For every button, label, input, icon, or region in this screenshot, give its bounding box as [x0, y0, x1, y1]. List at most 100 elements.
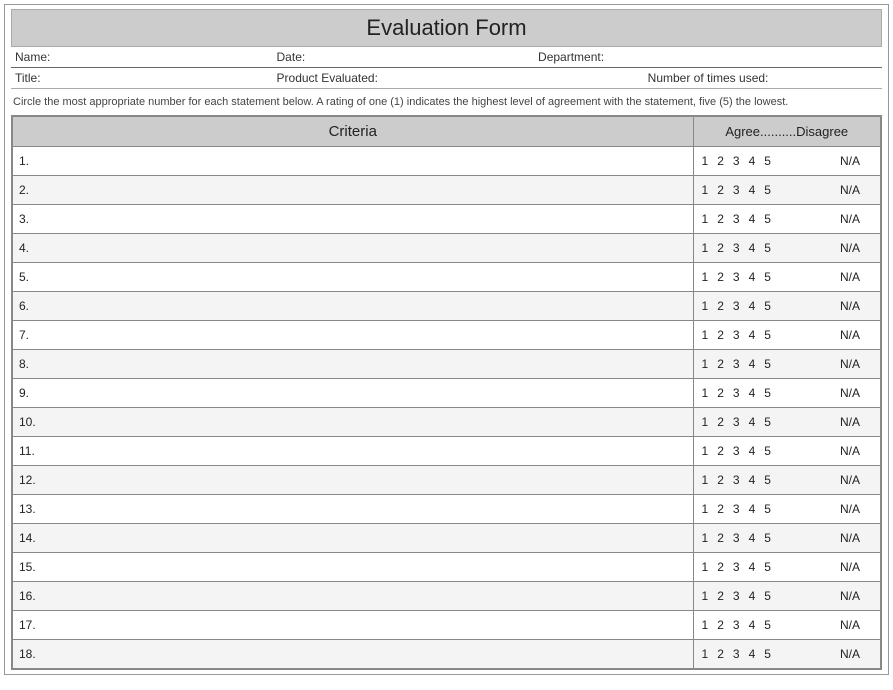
rating-option[interactable]: 2: [717, 386, 724, 400]
rating-option[interactable]: 1: [702, 357, 709, 371]
rating-option[interactable]: 5: [764, 560, 771, 574]
rating-option[interactable]: 4: [749, 386, 756, 400]
rating-option[interactable]: 2: [717, 589, 724, 603]
rating-option[interactable]: 3: [733, 618, 740, 632]
rating-na[interactable]: N/A: [840, 241, 860, 255]
rating-option[interactable]: 2: [717, 473, 724, 487]
rating-option[interactable]: 3: [733, 502, 740, 516]
rating-na[interactable]: N/A: [840, 647, 860, 661]
rating-na[interactable]: N/A: [840, 270, 860, 284]
rating-option[interactable]: 3: [733, 299, 740, 313]
rating-option[interactable]: 1: [702, 328, 709, 342]
rating-option[interactable]: 1: [702, 241, 709, 255]
rating-option[interactable]: 1: [702, 647, 709, 661]
rating-option[interactable]: 4: [749, 473, 756, 487]
rating-option[interactable]: 5: [764, 386, 771, 400]
rating-option[interactable]: 3: [733, 183, 740, 197]
rating-option[interactable]: 1: [702, 473, 709, 487]
rating-option[interactable]: 3: [733, 357, 740, 371]
rating-option[interactable]: 3: [733, 415, 740, 429]
rating-na[interactable]: N/A: [840, 154, 860, 168]
rating-na[interactable]: N/A: [840, 299, 860, 313]
rating-option[interactable]: 3: [733, 531, 740, 545]
rating-na[interactable]: N/A: [840, 415, 860, 429]
rating-option[interactable]: 4: [749, 531, 756, 545]
rating-na[interactable]: N/A: [840, 589, 860, 603]
rating-option[interactable]: 3: [733, 386, 740, 400]
rating-option[interactable]: 5: [764, 183, 771, 197]
rating-option[interactable]: 2: [717, 183, 724, 197]
rating-option[interactable]: 1: [702, 589, 709, 603]
rating-option[interactable]: 1: [702, 415, 709, 429]
rating-option[interactable]: 2: [717, 647, 724, 661]
rating-option[interactable]: 3: [733, 154, 740, 168]
rating-na[interactable]: N/A: [840, 328, 860, 342]
rating-option[interactable]: 2: [717, 444, 724, 458]
rating-option[interactable]: 4: [749, 154, 756, 168]
rating-option[interactable]: 5: [764, 618, 771, 632]
rating-option[interactable]: 1: [702, 299, 709, 313]
rating-option[interactable]: 1: [702, 386, 709, 400]
rating-na[interactable]: N/A: [840, 386, 860, 400]
rating-option[interactable]: 3: [733, 328, 740, 342]
rating-option[interactable]: 1: [702, 183, 709, 197]
rating-na[interactable]: N/A: [840, 502, 860, 516]
rating-option[interactable]: 2: [717, 560, 724, 574]
rating-option[interactable]: 5: [764, 647, 771, 661]
rating-option[interactable]: 1: [702, 154, 709, 168]
rating-option[interactable]: 4: [749, 357, 756, 371]
rating-option[interactable]: 5: [764, 241, 771, 255]
rating-option[interactable]: 4: [749, 270, 756, 284]
rating-option[interactable]: 1: [702, 531, 709, 545]
rating-option[interactable]: 4: [749, 618, 756, 632]
rating-option[interactable]: 2: [717, 502, 724, 516]
rating-option[interactable]: 3: [733, 444, 740, 458]
rating-option[interactable]: 5: [764, 212, 771, 226]
rating-option[interactable]: 2: [717, 299, 724, 313]
rating-option[interactable]: 3: [733, 473, 740, 487]
rating-option[interactable]: 2: [717, 270, 724, 284]
rating-na[interactable]: N/A: [840, 212, 860, 226]
rating-option[interactable]: 1: [702, 618, 709, 632]
rating-option[interactable]: 2: [717, 328, 724, 342]
rating-option[interactable]: 4: [749, 415, 756, 429]
rating-option[interactable]: 3: [733, 270, 740, 284]
rating-option[interactable]: 2: [717, 531, 724, 545]
rating-option[interactable]: 4: [749, 299, 756, 313]
rating-option[interactable]: 5: [764, 299, 771, 313]
rating-option[interactable]: 3: [733, 589, 740, 603]
rating-na[interactable]: N/A: [840, 183, 860, 197]
rating-option[interactable]: 1: [702, 444, 709, 458]
rating-option[interactable]: 4: [749, 241, 756, 255]
rating-na[interactable]: N/A: [840, 531, 860, 545]
rating-option[interactable]: 5: [764, 502, 771, 516]
rating-option[interactable]: 1: [702, 212, 709, 226]
rating-na[interactable]: N/A: [840, 473, 860, 487]
rating-option[interactable]: 4: [749, 212, 756, 226]
rating-option[interactable]: 4: [749, 328, 756, 342]
rating-option[interactable]: 2: [717, 241, 724, 255]
rating-option[interactable]: 5: [764, 531, 771, 545]
rating-na[interactable]: N/A: [840, 357, 860, 371]
rating-option[interactable]: 1: [702, 502, 709, 516]
rating-option[interactable]: 2: [717, 212, 724, 226]
rating-na[interactable]: N/A: [840, 560, 860, 574]
rating-option[interactable]: 4: [749, 647, 756, 661]
rating-option[interactable]: 5: [764, 473, 771, 487]
rating-option[interactable]: 4: [749, 183, 756, 197]
rating-option[interactable]: 5: [764, 357, 771, 371]
rating-option[interactable]: 2: [717, 154, 724, 168]
rating-option[interactable]: 5: [764, 589, 771, 603]
rating-na[interactable]: N/A: [840, 618, 860, 632]
rating-option[interactable]: 5: [764, 328, 771, 342]
rating-option[interactable]: 5: [764, 270, 771, 284]
rating-option[interactable]: 3: [733, 241, 740, 255]
rating-option[interactable]: 3: [733, 647, 740, 661]
rating-option[interactable]: 2: [717, 357, 724, 371]
rating-option[interactable]: 2: [717, 415, 724, 429]
rating-na[interactable]: N/A: [840, 444, 860, 458]
rating-option[interactable]: 4: [749, 560, 756, 574]
rating-option[interactable]: 5: [764, 154, 771, 168]
rating-option[interactable]: 3: [733, 212, 740, 226]
rating-option[interactable]: 1: [702, 270, 709, 284]
